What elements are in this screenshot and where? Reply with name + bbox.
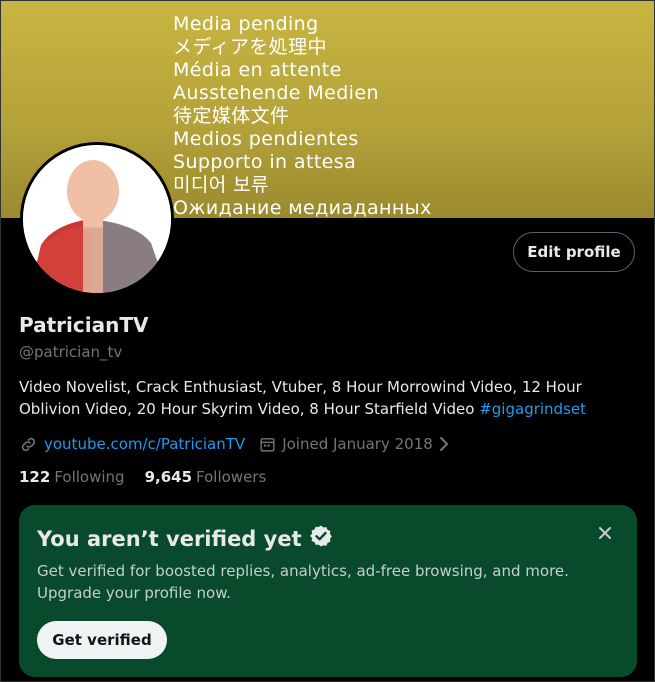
calendar-icon	[259, 436, 276, 453]
profile-bio: Video Novelist, Crack Enthusiast, Vtuber…	[19, 376, 639, 420]
profile-display-name: PatricianTV	[19, 313, 149, 337]
close-icon[interactable]	[595, 523, 615, 543]
media-pending-list: Media pending メディアを処理中 Média en attente …	[173, 13, 432, 218]
avatar[interactable]	[20, 142, 174, 296]
follow-stats: 122 Following 9,645 Followers	[19, 468, 266, 486]
verification-card-title-row: You aren’t verified yet	[37, 524, 333, 553]
avatar-figure-icon	[23, 145, 171, 293]
following-label: Following	[54, 468, 125, 486]
media-pending-line: Ожидание медиаданных	[173, 197, 432, 218]
edit-profile-button[interactable]: Edit profile	[513, 232, 635, 272]
bio-hashtag-link[interactable]: #gigagrindset	[479, 400, 586, 418]
following-link[interactable]: 122 Following	[19, 468, 125, 486]
media-pending-line: Supporto in attesa	[173, 151, 357, 173]
media-pending-line: Ausstehende Medien	[173, 82, 379, 104]
followers-count: 9,645	[144, 468, 193, 486]
followers-link[interactable]: 9,645 Followers	[145, 468, 267, 486]
media-pending-line: Medios pendientes	[173, 128, 359, 150]
get-verified-button[interactable]: Get verified	[37, 621, 167, 659]
verification-card: You aren’t verified yet Get verified for…	[19, 505, 637, 677]
media-pending-line: メディアを処理中	[173, 36, 327, 58]
followers-label: Followers	[196, 468, 267, 486]
profile-meta-row: youtube.com/c/PatricianTV Joined January…	[19, 433, 451, 455]
verified-badge-icon	[302, 524, 333, 553]
link-icon	[19, 435, 38, 454]
media-pending-line: 미디어 보류	[173, 174, 269, 196]
media-pending-line: Media pending	[173, 13, 319, 35]
chevron-right-icon[interactable]	[437, 436, 451, 452]
profile-handle: @patrician_tv	[19, 343, 123, 361]
media-pending-line: Média en attente	[173, 59, 342, 81]
verification-card-title: You aren’t verified yet	[37, 526, 302, 551]
verification-card-body: Get verified for boosted replies, analyt…	[37, 562, 569, 602]
following-count: 122	[19, 468, 51, 486]
joined-date: Joined January 2018	[282, 435, 433, 453]
media-pending-line: 待定媒体文件	[173, 105, 290, 127]
profile-website-link[interactable]: youtube.com/c/PatricianTV	[44, 435, 245, 453]
